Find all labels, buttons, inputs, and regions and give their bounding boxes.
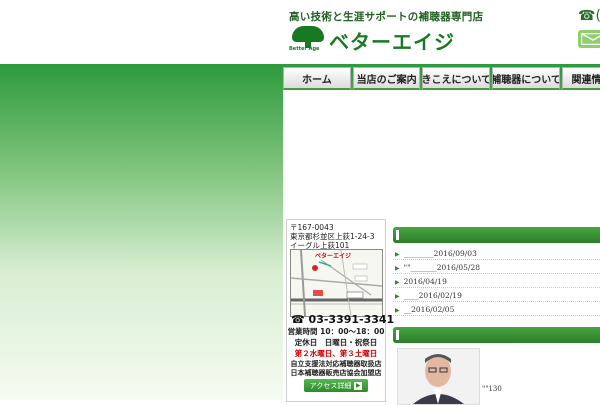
nav-store-info[interactable]: 当店のご案内 [353,67,421,90]
news-divider [393,259,600,260]
site-logo[interactable]: ベターエイジ [329,26,455,55]
store-map[interactable]: ベターエイジ [290,249,383,317]
closed-days-extra: 第２水曜日、第３土曜日 [287,348,385,359]
bullet-icon: ▶ [395,307,400,314]
closed-days: 定休日 日曜日・祝祭日 [287,337,385,348]
tree-logo-icon[interactable]: Better Age [290,26,326,52]
news-item[interactable]: ▶""_______2016/05/28 [395,263,480,272]
store-info-sidebar: 〒167-0043 東京都杉並区上荻1-24-3 イーグル上荻101 ベターエイ… [286,219,386,402]
envelope-icon[interactable] [578,30,600,48]
phone-icon: ☎( [578,8,600,24]
staff-caption: ""130 [482,385,502,393]
news-divider [393,273,600,274]
certification-2: 日本補聴器販売店協会加盟店 [287,368,385,378]
news-divider [393,315,600,316]
map-shop-label: ベターエイジ [315,251,351,260]
staff-section-header [393,327,600,343]
access-details-button[interactable]: アクセス詳細 ▶ [304,379,368,392]
nav-related[interactable]: 関連情 [562,67,600,90]
arrow-right-icon: ▶ [354,382,362,390]
nav-hearing-aids[interactable]: 補聴器について [492,67,560,90]
news-section-header [393,227,600,243]
phone-icon: ☎ [291,313,305,326]
store-telephone: ☎ 03-3391-3341 [291,313,394,326]
bullet-icon: ▶ [395,279,400,286]
tel-number: 03-3391-3341 [309,313,395,326]
logo-subtext: Better Age [289,46,319,52]
nav-hearing[interactable]: きこえについて [422,67,490,90]
news-divider [393,301,600,302]
bullet-icon: ▶ [395,251,400,258]
news-item[interactable]: ▶____2016/02/19 [395,291,462,300]
site-tagline: 高い技術と生涯サポートの補聴器専門店 [289,9,483,24]
news-item[interactable]: ▶2016/04/19 [395,277,447,286]
main-nav: ホーム 当店のご案内 きこえについて 補聴器について 関連情 [283,67,600,89]
access-button-label: アクセス詳細 [310,381,352,391]
bullet-icon: ▶ [395,293,400,300]
bullet-icon: ▶ [395,265,400,272]
nav-home[interactable]: ホーム [283,67,351,90]
news-divider [393,287,600,288]
business-hours: 営業時間 10：00～18：00 [287,326,385,337]
news-item[interactable]: ▶__2016/02/05 [395,305,454,314]
staff-photo [397,348,480,405]
news-item[interactable]: ▶________2016/09/03 [395,249,477,258]
site-header: 高い技術と生涯サポートの補聴器専門店 Better Age ベターエイジ ☎( [0,0,600,64]
